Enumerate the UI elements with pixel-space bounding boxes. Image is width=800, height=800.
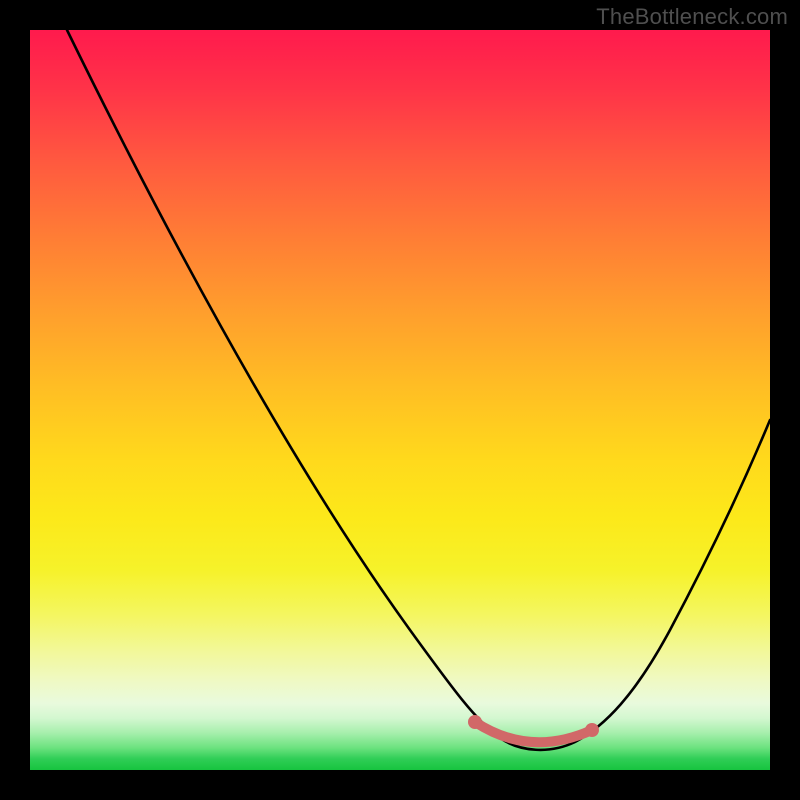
bottleneck-curve xyxy=(67,30,770,750)
chart-frame: TheBottleneck.com xyxy=(0,0,800,800)
plot-area xyxy=(30,30,770,770)
highlight-dot-left xyxy=(468,715,482,729)
highlight-dot-right xyxy=(585,723,599,737)
curve-svg xyxy=(30,30,770,770)
watermark-text: TheBottleneck.com xyxy=(596,4,788,30)
highlight-arc xyxy=(475,722,592,742)
